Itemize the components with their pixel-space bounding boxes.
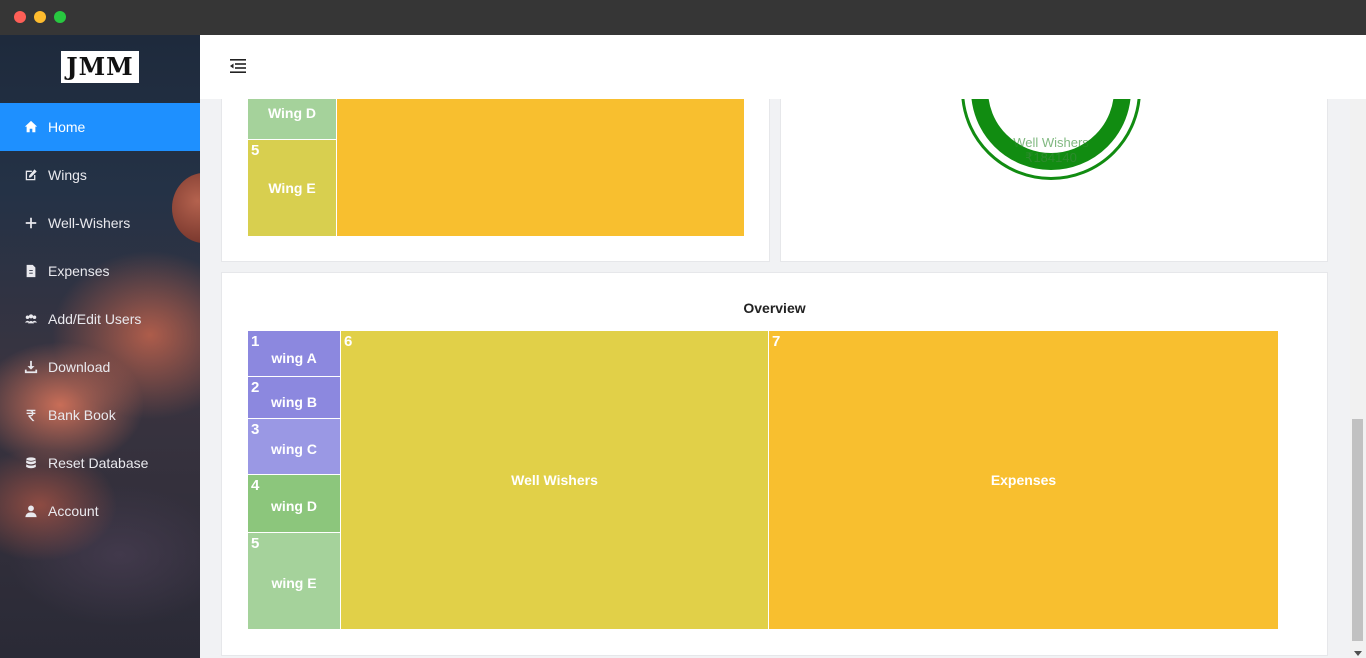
treemap-cell-wing-d[interactable]: Wing D (247, 99, 337, 140)
database-icon (24, 456, 38, 470)
sidebar-item-home[interactable]: Home (0, 103, 200, 151)
menu-collapse-icon[interactable] (228, 57, 248, 75)
sidebar-item-expenses[interactable]: Expenses (0, 247, 200, 295)
sidebar-item-label: Well-Wishers (48, 215, 131, 231)
plus-icon (24, 216, 38, 230)
sidebar-nav: Home Wings Well-Wishers Expenses Add/Edi… (0, 103, 200, 535)
user-icon (24, 504, 38, 518)
scrollbar-thumb[interactable] (1352, 419, 1363, 641)
sidebar-item-label: Download (48, 359, 111, 375)
overview-cell-wing-a[interactable]: 1 wing A (247, 330, 341, 377)
treemap-cell-number: 5 (251, 142, 260, 159)
treemap-cell-other[interactable] (336, 99, 745, 237)
main-scrollbar[interactable] (1350, 99, 1366, 658)
sidebar-item-add-edit-users[interactable]: Add/Edit Users (0, 295, 200, 343)
file-icon (24, 264, 38, 278)
overview-cell-well-wishers[interactable]: 6 Well Wishers (340, 330, 769, 630)
treemap-cell-wing-e[interactable]: 5 Wing E (247, 139, 337, 237)
close-window-button[interactable] (14, 11, 26, 23)
overview-cell-number: 6 (344, 333, 353, 350)
overview-card: Overview 1 wing A 2 wing B 3 wing C 4 wi… (221, 272, 1328, 656)
sidebar-item-label: Add/Edit Users (48, 311, 142, 327)
download-icon (24, 360, 38, 374)
sidebar-item-label: Home (48, 119, 86, 135)
donut-chart-card: Well Wishers ₹184140 (780, 99, 1328, 262)
scroll-down-arrow-icon[interactable] (1354, 651, 1362, 656)
sidebar-item-label: Reset Database (48, 455, 149, 471)
maximize-window-button[interactable] (54, 11, 66, 23)
wings-treemap-card: Wing D 5 Wing E (221, 99, 770, 262)
main-content: Wing D 5 Wing E Well Wishers ₹184140 Ove… (200, 99, 1350, 658)
sidebar-item-reset-database[interactable]: Reset Database (0, 439, 200, 487)
overview-cell-number: 5 (251, 535, 260, 552)
sidebar-item-label: Account (48, 503, 99, 519)
sidebar-item-well-wishers[interactable]: Well-Wishers (0, 199, 200, 247)
overview-cell-label: wing E (271, 574, 317, 591)
sidebar-item-account[interactable]: Account (0, 487, 200, 535)
overview-cell-expenses[interactable]: 7 Expenses (768, 330, 1279, 630)
edit-icon (24, 168, 38, 182)
donut-center-value: ₹184140 (1025, 150, 1077, 165)
overview-cell-label: Well Wishers (511, 472, 598, 488)
overview-cell-label: wing C (271, 441, 317, 458)
logo-text: JMM (66, 52, 134, 81)
sidebar-item-label: Wings (48, 167, 87, 183)
treemap-cell-label: Wing E (268, 180, 316, 196)
overview-cell-label: wing A (271, 350, 317, 366)
overview-cell-label: wing B (271, 393, 317, 410)
overview-cell-number: 3 (251, 421, 260, 438)
top-header (200, 35, 1366, 99)
sidebar-item-label: Bank Book (48, 407, 116, 423)
treemap-cell-label: Wing D (267, 105, 317, 121)
users-icon (24, 312, 38, 326)
home-icon (24, 120, 38, 134)
overview-title: Overview (743, 300, 806, 316)
overview-cell-number: 4 (251, 477, 260, 494)
donut-center-label: Well Wishers (1013, 135, 1089, 150)
overview-cell-wing-c[interactable]: 3 wing C (247, 418, 341, 475)
overview-cell-label: wing D (271, 498, 317, 515)
rupee-icon (24, 408, 38, 422)
overview-cell-number: 7 (772, 333, 781, 350)
minimize-window-button[interactable] (34, 11, 46, 23)
sidebar-item-label: Expenses (48, 263, 110, 279)
window-titlebar (0, 0, 1366, 35)
sidebar-item-wings[interactable]: Wings (0, 151, 200, 199)
sidebar-item-download[interactable]: Download (0, 343, 200, 391)
sidebar: JMM Home Wings Well-Wishers Expenses Add… (0, 35, 200, 658)
overview-cell-wing-b[interactable]: 2 wing B (247, 376, 341, 419)
overview-cell-wing-d[interactable]: 4 wing D (247, 474, 341, 533)
overview-cell-number: 1 (251, 333, 260, 350)
sidebar-item-bank-book[interactable]: Bank Book (0, 391, 200, 439)
overview-cell-wing-e[interactable]: 5 wing E (247, 532, 341, 630)
overview-cell-label: Expenses (990, 472, 1057, 488)
app-logo[interactable]: JMM (61, 51, 139, 83)
